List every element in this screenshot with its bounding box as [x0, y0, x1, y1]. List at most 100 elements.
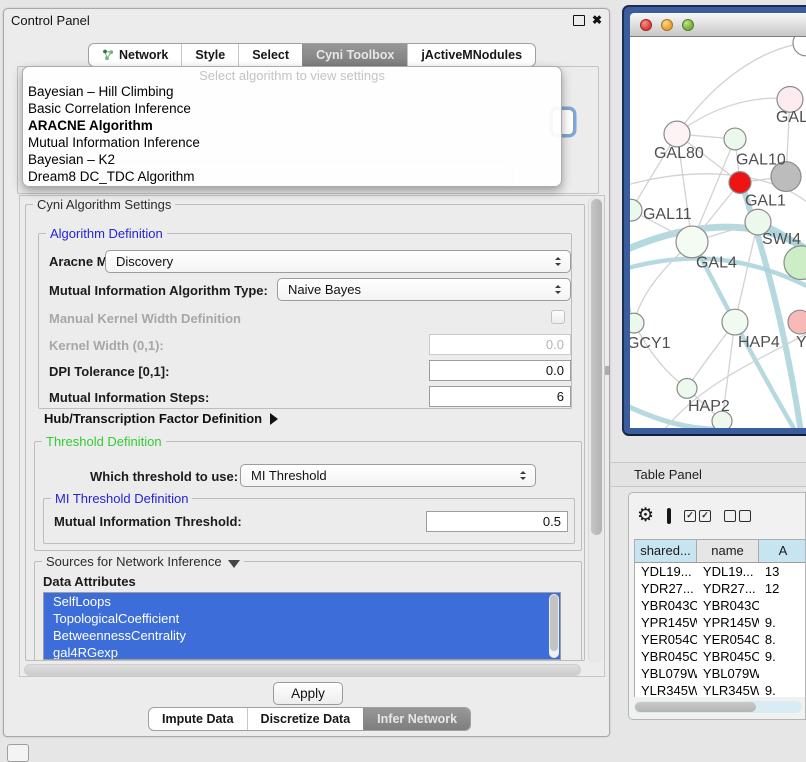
- table-cell: YPR145W: [697, 614, 759, 631]
- tab-label: Network: [119, 48, 168, 62]
- table-cell: [759, 665, 806, 682]
- network-view-window: GALGAL80GAL10GAL1GAL11SWI4GAL4GCY1HAP4YH…: [622, 5, 806, 436]
- close-icon[interactable]: ✖: [592, 13, 602, 27]
- tab-discretize-data[interactable]: Discretize Data: [247, 708, 364, 730]
- network-window-titlebar[interactable]: [630, 13, 806, 37]
- node-label-gcy1: GCY1: [630, 335, 671, 352]
- attribute-betweennesscentrality[interactable]: BetweennessCentrality: [44, 627, 560, 644]
- select-all-checks-icon[interactable]: ✓✓: [684, 510, 711, 522]
- dpi-tolerance-label: DPI Tolerance [0,1]:: [49, 364, 169, 379]
- table-cell: YER054C: [697, 631, 759, 648]
- table-toolbar: ⚙ ✓✓: [637, 501, 805, 531]
- table-cell: 9.: [759, 682, 806, 697]
- table-cell: 13: [759, 563, 806, 580]
- table-row[interactable]: YDR27...YDR27...12: [635, 580, 806, 597]
- data-attributes-list[interactable]: SelfLoopsTopologicalCoefficientBetweenne…: [43, 592, 561, 660]
- tab-impute-data[interactable]: Impute Data: [149, 708, 247, 730]
- which-threshold-label: Which threshold to use:: [90, 469, 238, 484]
- column-header-shared[interactable]: shared...: [635, 540, 697, 562]
- mi-type-value: Naive Bayes: [288, 282, 552, 297]
- network-node-gcy1[interactable]: [630, 313, 644, 333]
- attribute-topologicalcoefficient[interactable]: TopologicalCoefficient: [44, 610, 560, 627]
- settings-vertical-scrollbar[interactable]: [588, 197, 603, 663]
- network-node-gal10[interactable]: [724, 128, 746, 150]
- network-graph: GALGAL80GAL10GAL1GAL11SWI4GAL4GCY1HAP4YH…: [630, 37, 806, 428]
- table-cell: [759, 597, 806, 614]
- table-cell: YLR345W: [635, 682, 697, 697]
- attribute-selfloops[interactable]: SelfLoops: [44, 593, 560, 610]
- stepper-arrows-icon: [552, 285, 564, 294]
- deselect-all-checks-icon[interactable]: [724, 510, 751, 522]
- column-header-a[interactable]: A: [759, 540, 806, 562]
- tab-style[interactable]: Style: [181, 44, 238, 66]
- algorithm-option-bayesian-k2[interactable]: Bayesian – K2: [23, 151, 561, 168]
- table-row[interactable]: YPR145WYPR145W9.: [635, 614, 806, 631]
- settings-horizontal-scrollbar[interactable]: [23, 663, 589, 675]
- network-node[interactable]: [784, 246, 806, 280]
- hub-definition-expander[interactable]: Hub/Transcription Factor Definition: [44, 411, 278, 426]
- table-row[interactable]: YDL19...YDL19...13: [635, 563, 806, 580]
- network-node-hap2[interactable]: [677, 379, 697, 399]
- algorithm-option-basic-correlation-inference[interactable]: Basic Correlation Inference: [23, 100, 561, 117]
- node-label-y: Y: [796, 334, 806, 351]
- algorithm-option-bayesian-hill-climbing[interactable]: Bayesian – Hill Climbing: [23, 83, 561, 100]
- collapse-down-icon: [228, 560, 240, 568]
- table-horizontal-scrollbar[interactable]: [634, 701, 802, 713]
- attribute-gal4rgexp[interactable]: gal4RGexp: [44, 644, 560, 660]
- algorithm-option-mutual-information-inference[interactable]: Mutual Information Inference: [23, 134, 561, 151]
- table-row[interactable]: YLR345WYLR345W9.: [635, 682, 806, 697]
- dpi-tolerance-field[interactable]: [429, 360, 571, 381]
- tab-jactivemnodules[interactable]: jActiveMNodules: [407, 44, 535, 66]
- gear-icon[interactable]: ⚙: [637, 506, 654, 526]
- tab-network[interactable]: Network: [89, 44, 181, 66]
- bottom-left-button[interactable]: [7, 744, 29, 762]
- manual-kernel-checkbox[interactable]: [551, 310, 565, 324]
- algorithm-option-dream8-dc-tdc-algorithm[interactable]: Dream8 DC_TDC Algorithm: [23, 168, 561, 185]
- tab-infer-network[interactable]: Infer Network: [363, 708, 470, 730]
- expand-right-icon: [270, 413, 278, 425]
- columns-icon[interactable]: [667, 508, 671, 524]
- algorithm-option-aracne-algorithm[interactable]: ARACNE Algorithm: [23, 117, 561, 134]
- mi-type-select[interactable]: Naive Bayes: [277, 278, 571, 301]
- mi-threshold-field[interactable]: [426, 511, 568, 532]
- tab-label: Impute Data: [162, 712, 234, 726]
- zoom-traffic-light-icon[interactable]: [682, 19, 694, 31]
- table-cell: YBR045C: [697, 648, 759, 665]
- table-row[interactable]: YBR045CYBR045C9.: [635, 648, 806, 665]
- algorithm-definition-group: Algorithm Definition Aracne Mode: Discov…: [38, 233, 572, 409]
- node-label-gal11: GAL11: [643, 206, 692, 223]
- cyni-algorithm-settings-title: Cyni Algorithm Settings: [33, 197, 175, 212]
- which-threshold-select[interactable]: MI Threshold: [240, 464, 536, 487]
- network-node-gal11[interactable]: [630, 199, 642, 221]
- table-header-row: shared...nameA: [635, 540, 806, 563]
- panel-splitter-handle[interactable]: [605, 366, 610, 375]
- network-node-gal80[interactable]: [664, 121, 690, 147]
- table-cell: YDL19...: [635, 563, 697, 580]
- table-row[interactable]: YBL079WYBL079W: [635, 665, 806, 682]
- table-row[interactable]: YBR043CYBR043C: [635, 597, 806, 614]
- network-node-gal4[interactable]: [676, 226, 708, 258]
- network-node-y[interactable]: [788, 310, 806, 334]
- control-panel-window: Control Panel ✖ NetworkStyleSelectCyni T…: [3, 8, 610, 737]
- attributes-scrollbar[interactable]: [549, 594, 559, 658]
- network-node-gal1[interactable]: [729, 172, 751, 194]
- cyni-settings-scrollpane: Cyni Algorithm Settings Algorithm Defini…: [19, 195, 605, 677]
- apply-button[interactable]: Apply: [273, 682, 343, 705]
- close-traffic-light-icon[interactable]: [640, 19, 652, 31]
- table-cell: 9.: [759, 648, 806, 665]
- table-row[interactable]: YER054CYER054C8.: [635, 631, 806, 648]
- mi-steps-field[interactable]: [429, 386, 571, 407]
- network-canvas[interactable]: GALGAL80GAL10GAL1GAL11SWI4GAL4GCY1HAP4YH…: [630, 37, 806, 428]
- tab-cyni-toolbox[interactable]: Cyni Toolbox: [302, 44, 407, 66]
- network-node-hap4[interactable]: [722, 309, 748, 335]
- kernel-width-field[interactable]: [429, 334, 571, 355]
- column-header-name[interactable]: name: [697, 540, 759, 562]
- table-cell: YBL079W: [697, 665, 759, 682]
- tab-label: Style: [195, 48, 225, 62]
- network-node[interactable]: [793, 37, 806, 56]
- mi-threshold-label: Mutual Information Threshold:: [54, 514, 242, 529]
- tab-select[interactable]: Select: [238, 44, 302, 66]
- float-window-icon[interactable]: [573, 15, 585, 26]
- minimize-traffic-light-icon[interactable]: [661, 19, 673, 31]
- aracne-mode-select[interactable]: Discovery: [105, 250, 571, 273]
